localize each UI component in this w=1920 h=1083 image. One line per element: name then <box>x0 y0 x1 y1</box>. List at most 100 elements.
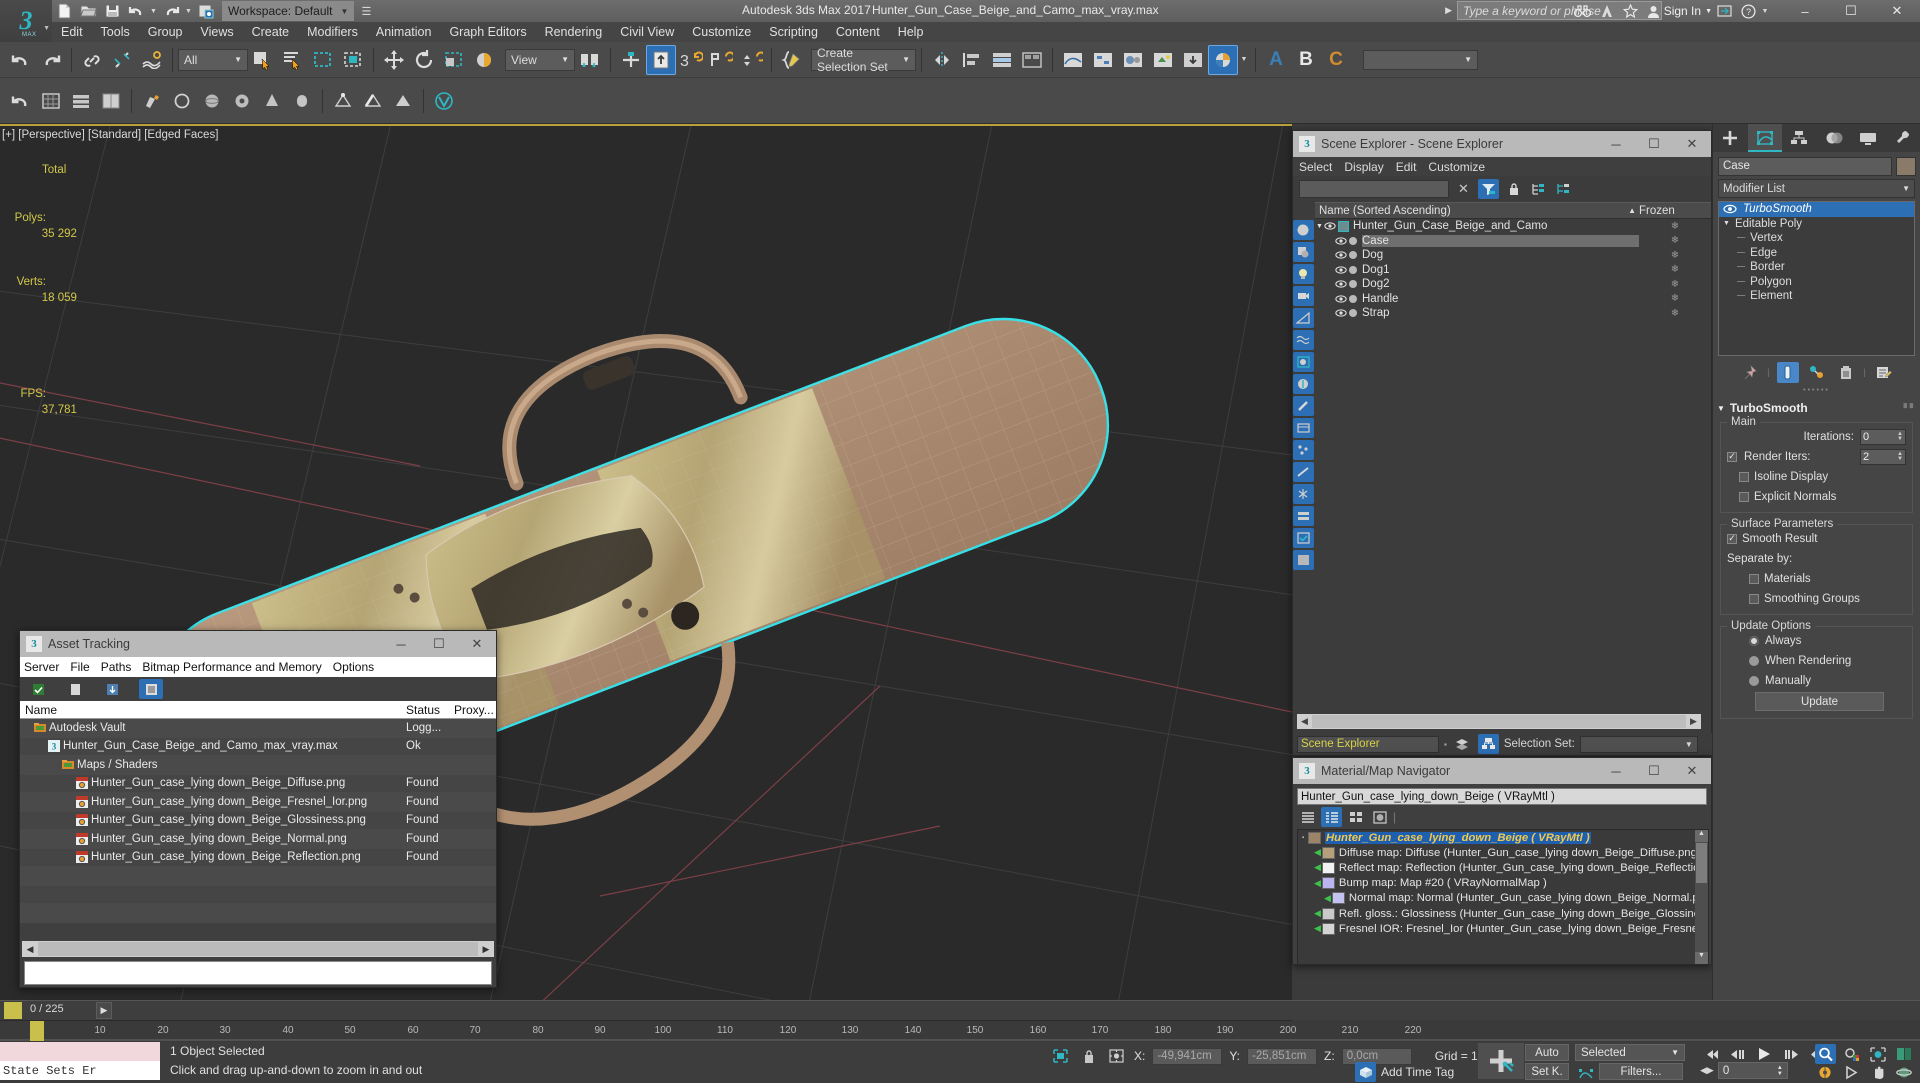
new-file-icon[interactable] <box>53 1 75 21</box>
binoculars-icon[interactable] <box>1571 1 1595 21</box>
zoom-icon[interactable] <box>1815 1044 1836 1064</box>
frozen-snowflake-icon[interactable]: ❄ <box>1639 308 1711 319</box>
angle-snap-toggle-icon[interactable]: 3 <box>676 45 706 75</box>
percent-snap-toggle-icon[interactable] <box>706 45 736 75</box>
reference-coordinate-dropdown[interactable]: View ▼ <box>505 49 575 71</box>
field-of-view-icon[interactable] <box>1815 1062 1836 1082</box>
filter-cameras-icon[interactable] <box>1293 286 1314 306</box>
go-to-start-icon[interactable] <box>1700 1044 1721 1064</box>
eye-icon[interactable] <box>1335 265 1347 275</box>
at-row-vault[interactable]: Autodesk Vault Logg... <box>20 719 496 738</box>
update-button[interactable]: Update <box>1755 692 1884 711</box>
select-object-icon[interactable] <box>248 45 278 75</box>
at-col-name[interactable]: Name <box>20 703 406 717</box>
edge-subobject-icon[interactable] <box>358 86 388 116</box>
large-icons-view-icon[interactable] <box>1369 807 1390 827</box>
matnav-vscrollbar[interactable]: ▲ ▼ <box>1695 830 1708 964</box>
collapse-all-icon[interactable] <box>1553 179 1574 199</box>
filter-frozen-icon[interactable] <box>1293 484 1314 504</box>
absolute-relative-transform-icon[interactable] <box>1106 1046 1127 1066</box>
check-out-icon[interactable] <box>65 679 86 699</box>
select-and-move-icon[interactable] <box>379 45 409 75</box>
stack-item-turbosmooth[interactable]: TurboSmooth <box>1719 202 1914 217</box>
layer-explorer-icon[interactable] <box>987 45 1017 75</box>
object-color-swatch[interactable] <box>1896 157 1916 176</box>
at-menu-paths[interactable]: Paths <box>101 660 132 674</box>
matnav-tree[interactable]: ▪ Hunter_Gun_case_lying_down_Beige ( VRa… <box>1297 829 1709 965</box>
color-swatch[interactable] <box>1349 266 1357 274</box>
scene-explorer-row-strap[interactable]: Strap ❄ <box>1315 306 1711 321</box>
workspace-menu-icon[interactable]: ☰ <box>355 1 377 21</box>
frame-nav-arrows-icon[interactable]: ◀▶ <box>1700 1065 1714 1076</box>
scene-explorer-row-case[interactable]: Case ❄ <box>1315 234 1711 249</box>
asset-tracking-path-field[interactable] <box>24 961 492 985</box>
maximize-button[interactable]: ☐ <box>1828 0 1874 22</box>
at-row-reflection[interactable]: Hunter_Gun_case_lying down_Beige_Reflect… <box>20 849 496 868</box>
track-bar[interactable]: 0 / 225 ▶ <box>0 1000 1920 1020</box>
filter-shapes-icon[interactable] <box>1293 242 1314 262</box>
exchange-app-icon[interactable] <box>1712 1 1736 21</box>
close-button[interactable]: ✕ <box>1874 0 1920 22</box>
app-logo[interactable]: 3 MAX ▼ <box>0 0 52 42</box>
scene-explorer-close[interactable]: ✕ <box>1673 131 1711 157</box>
frozen-snowflake-icon[interactable]: ❄ <box>1639 221 1711 232</box>
walk-through-icon[interactable] <box>1841 1062 1862 1082</box>
tab-utilities[interactable] <box>1886 124 1920 152</box>
use-pivot-point-center-icon[interactable] <box>575 45 605 75</box>
asset-tracking-list[interactable]: Autodesk Vault Logg... 3 Hunter_Gun_Case… <box>20 719 496 941</box>
configure-modifier-sets-icon[interactable] <box>1873 362 1895 383</box>
eye-icon[interactable] <box>1335 236 1347 246</box>
at-row-maps[interactable]: Maps / Shaders <box>20 756 496 775</box>
snaps-toggle-icon[interactable] <box>646 45 676 75</box>
asset-tracking-minimize[interactable]: ─ <box>382 631 420 657</box>
window-crossing-toggle-icon[interactable] <box>338 45 368 75</box>
help-icon[interactable]: ? <box>1736 1 1760 21</box>
filter-containers-icon[interactable] <box>1293 418 1314 438</box>
se-menu-customize[interactable]: Customize <box>1428 160 1485 174</box>
filter-groups-icon[interactable] <box>1293 352 1314 372</box>
y-coordinate-field[interactable]: -25,851cm <box>1247 1048 1317 1065</box>
se-menu-edit[interactable]: Edit <box>1396 160 1417 174</box>
tab-create[interactable] <box>1713 124 1748 152</box>
small-icons-view-icon[interactable] <box>1345 807 1366 827</box>
sphere-tool-icon[interactable] <box>197 86 227 116</box>
scene-explorer-row-dog[interactable]: Dog ❄ <box>1315 248 1711 263</box>
asset-tracking-maximize[interactable]: ☐ <box>420 631 458 657</box>
stack-item-editable-poly[interactable]: ▼ Editable Poly <box>1719 217 1914 232</box>
asset-tracking-window[interactable]: 3 Asset Tracking ─ ☐ ✕ Server File Paths… <box>19 630 497 988</box>
matnav-row-normal[interactable]: ◀ Normal map: Normal (Hunter_Gun_case_ly… <box>1298 891 1708 906</box>
color-swatch[interactable] <box>1349 251 1357 259</box>
menu-item-animation[interactable]: Animation <box>367 22 441 42</box>
play-animation-icon[interactable] <box>1754 1044 1775 1064</box>
help-dropdown-icon[interactable]: ▼ <box>1760 1 1770 21</box>
select-and-rotate-icon[interactable] <box>409 45 439 75</box>
select-by-name-icon[interactable] <box>278 45 308 75</box>
undo-icon[interactable] <box>125 1 147 21</box>
tab-modify[interactable] <box>1748 124 1783 152</box>
lock-icon[interactable] <box>1503 179 1524 199</box>
matnav-row-fresnel[interactable]: ◀ Fresnel IOR: Fresnel_Ior (Hunter_Gun_c… <box>1298 921 1708 936</box>
scene-explorer-titlebar[interactable]: 3 Scene Explorer - Scene Explorer ─ ☐ ✕ <box>1293 131 1711 157</box>
list-view-icon[interactable] <box>1297 807 1318 827</box>
cone-tool-icon[interactable] <box>257 86 287 116</box>
sign-in-button[interactable]: Sign In ▼ <box>1647 1 1712 21</box>
layers-stack-icon[interactable] <box>1452 734 1473 754</box>
scroll-right-icon[interactable]: ▶ <box>478 944 494 955</box>
tool-row2-book-icon[interactable] <box>96 86 126 116</box>
zoom-extents-all-icon[interactable] <box>1893 1044 1914 1064</box>
selection-filter-dropdown[interactable]: All ▼ <box>178 49 248 71</box>
at-row-diffuse[interactable]: Hunter_Gun_case_lying down_Beige_Diffuse… <box>20 775 496 794</box>
asset-tracking-close[interactable]: ✕ <box>458 631 496 657</box>
open-file-icon[interactable] <box>77 1 99 21</box>
redo-button[interactable] <box>36 45 66 75</box>
manually-radio[interactable] <box>1749 676 1759 686</box>
text-b-icon[interactable]: B <box>1291 45 1321 75</box>
key-mode-toggle-icon[interactable] <box>1575 1063 1596 1083</box>
filter-selected-icon[interactable] <box>1293 528 1314 548</box>
menu-item-civil-view[interactable]: Civil View <box>611 22 683 42</box>
render-iters-spinner[interactable]: 2 ▲▼ <box>1860 449 1906 465</box>
scene-explorer-name-field[interactable]: Scene Explorer <box>1297 736 1439 753</box>
named-selection-set-dropdown[interactable]: Create Selection Set ▼ <box>811 49 916 71</box>
eye-icon[interactable] <box>1723 204 1737 214</box>
materials-checkbox[interactable] <box>1749 574 1759 584</box>
